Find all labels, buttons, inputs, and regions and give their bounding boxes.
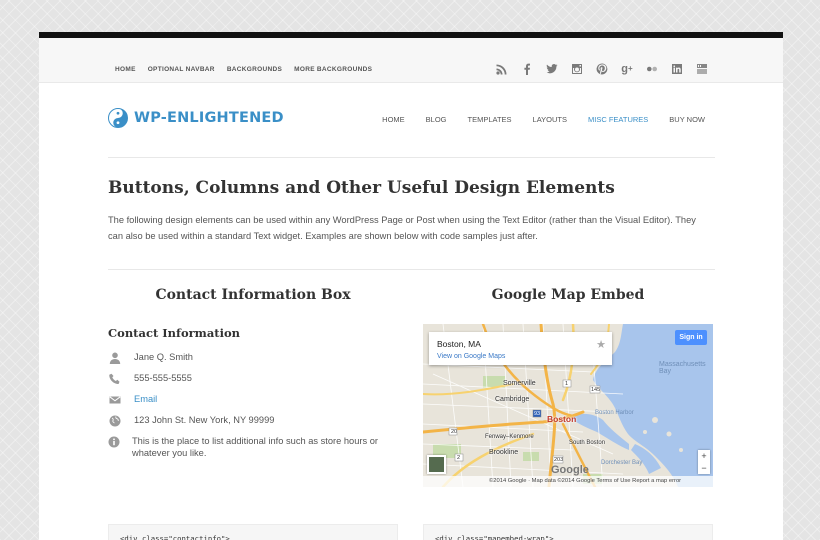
mainnav-buy-now[interactable]: BUY NOW <box>669 115 705 124</box>
youtube-icon[interactable] <box>695 62 709 76</box>
pinterest-icon[interactable] <box>595 62 609 76</box>
map-label-south-boston: South Boston <box>569 440 606 446</box>
map-road-2: 2 <box>457 455 461 461</box>
topnav-optional-navbar[interactable]: OPTIONAL NAVBAR <box>148 66 215 73</box>
rss-icon[interactable] <box>495 62 509 76</box>
contactinfo-code-sample: <div class="contactinfo"> <box>108 524 398 540</box>
page: HOME OPTIONAL NAVBAR BACKGROUNDS MORE BA… <box>39 32 783 540</box>
yin-yang-logo-icon <box>108 108 128 128</box>
info-icon <box>108 435 120 448</box>
map-place-name: Boston, MA <box>437 339 481 349</box>
mapembed-code-sample: <div class="mapembed-wrap"> <box>423 524 713 540</box>
map-label-boston: Boston <box>547 414 577 424</box>
intro-section: Buttons, Columns and Other Useful Design… <box>108 178 715 270</box>
intro-paragraph: The following design elements can be use… <box>108 215 696 241</box>
twitter-icon[interactable] <box>545 62 559 76</box>
map-zoom-in-button[interactable]: + <box>698 450 710 462</box>
contact-address: 123 John St. New York, NY 99999 <box>134 415 275 425</box>
page-title: Buttons, Columns and Other Useful Design… <box>108 178 615 198</box>
mainnav-misc-features[interactable]: MISC FEATURES <box>588 115 648 124</box>
mainnav-home[interactable]: HOME <box>382 115 405 124</box>
site-name: WP-ENLIGHTENED <box>134 110 284 126</box>
linkedin-icon[interactable] <box>670 62 684 76</box>
google-plus-icon[interactable]: g + <box>620 62 634 76</box>
contact-name: Jane Q. Smith <box>134 352 193 362</box>
person-icon <box>108 351 122 364</box>
facebook-icon[interactable] <box>520 62 534 76</box>
map-section-title: Google Map Embed <box>491 287 645 303</box>
map-road-20: 20 <box>451 429 458 435</box>
contact-additional-info: This is the place to list additional inf… <box>132 436 378 458</box>
main-nav: HOME BLOG TEMPLATES LAYOUTS MISC FEATURE… <box>382 115 705 124</box>
site-logo[interactable]: WP-ENLIGHTENED <box>108 108 284 128</box>
map-road-145: 145 <box>591 387 601 393</box>
contact-phone-row: 555-555-5555 <box>108 372 398 385</box>
contact-name-row: Jane Q. Smith <box>108 351 398 364</box>
map-attribution: ©2014 Google · Map data ©2014 Google Ter… <box>423 476 713 487</box>
contact-heading: Contact Information <box>108 326 241 340</box>
instagram-icon[interactable] <box>570 62 584 76</box>
map-label-brookline: Brookline <box>489 449 519 456</box>
map-label-fenway-kenmore: Fenway–Kenmore <box>485 434 534 440</box>
contact-email-row: Email <box>108 393 398 406</box>
contact-phone: 555-555-5555 <box>134 373 192 383</box>
map-zoom-out-button[interactable]: − <box>698 462 710 474</box>
map-place-card: Boston, MA View on Google Maps ★ <box>429 332 612 365</box>
globe-icon <box>108 414 122 427</box>
site-header: WP-ENLIGHTENED HOME BLOG TEMPLATES LAYOU… <box>108 108 715 158</box>
contact-section-title: Contact Information Box <box>155 287 351 303</box>
contact-email-link[interactable]: Email <box>134 393 157 405</box>
social-links: g + <box>495 62 709 76</box>
google-logo: Google <box>551 464 589 476</box>
mainnav-templates[interactable]: TEMPLATES <box>468 115 512 124</box>
map-road-93: 93 <box>534 411 541 417</box>
contact-info-row: This is the place to list additional inf… <box>108 435 398 459</box>
map-label-dorchester-bay: Dorchester Bay <box>601 460 643 466</box>
map-label-massachusetts-bay: Massachusetts Bay <box>659 361 706 375</box>
map-road-1: 1 <box>565 381 569 387</box>
top-utility-bar: HOME OPTIONAL NAVBAR BACKGROUNDS MORE BA… <box>39 38 783 83</box>
top-nav: HOME OPTIONAL NAVBAR BACKGROUNDS MORE BA… <box>115 66 372 73</box>
map-label-boston-harbor: Boston Harbor <box>595 410 634 416</box>
google-map-embed[interactable]: 1 145 16 20 203 93 2 Boston, MA View on … <box>423 324 713 487</box>
mainnav-layouts[interactable]: LAYOUTS <box>533 115 567 124</box>
satellite-view-toggle[interactable] <box>427 455 446 474</box>
topnav-more-backgrounds[interactable]: MORE BACKGROUNDS <box>294 66 372 73</box>
phone-icon <box>108 372 122 385</box>
contact-address-row: 123 John St. New York, NY 99999 <box>108 414 398 427</box>
map-label-somerville: Somerville <box>503 380 536 387</box>
topnav-backgrounds[interactable]: BACKGROUNDS <box>227 66 282 73</box>
topnav-home[interactable]: HOME <box>115 66 136 73</box>
contact-info-list: Jane Q. Smith 555-555-5555 Email 123 Joh… <box>108 351 398 467</box>
view-on-google-maps-link[interactable]: View on Google Maps <box>437 353 505 360</box>
mainnav-blog[interactable]: BLOG <box>426 115 447 124</box>
flickr-icon[interactable] <box>645 62 659 76</box>
map-road-203: 203 <box>554 457 564 463</box>
map-signin-button[interactable]: Sign in <box>675 330 707 345</box>
envelope-icon <box>108 393 122 406</box>
map-zoom-control: + − <box>698 450 710 474</box>
star-icon[interactable]: ★ <box>596 338 606 351</box>
map-label-cambridge: Cambridge <box>495 396 530 403</box>
